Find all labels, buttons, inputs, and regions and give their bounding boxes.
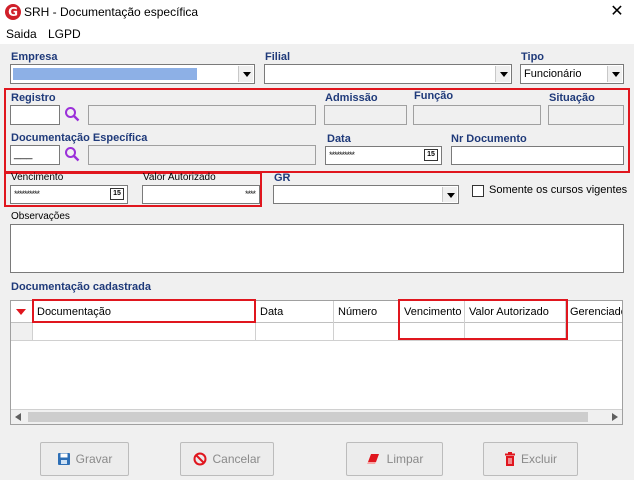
highlight-box-col-documentacao	[32, 299, 256, 323]
nr-documento-input[interactable]	[451, 146, 624, 165]
tipo-selected-value: Funcionário	[524, 68, 582, 80]
data-label: Data	[327, 133, 351, 145]
menu-item-lgpd[interactable]: LGPD	[48, 27, 81, 41]
empresa-label: Empresa	[11, 51, 58, 63]
funcao-field	[413, 105, 541, 125]
gr-label: GR	[274, 172, 291, 184]
scroll-left-icon[interactable]	[15, 413, 21, 421]
excluir-label: Excluir	[520, 452, 557, 466]
somente-cursos-label: Somente os cursos vigentes	[489, 184, 628, 196]
close-button[interactable]: ✕	[600, 0, 634, 26]
registro-input[interactable]	[10, 105, 60, 125]
col-numero[interactable]: Número	[334, 301, 400, 323]
chevron-down-icon[interactable]	[495, 66, 510, 82]
chevron-down-icon[interactable]	[238, 66, 253, 82]
col-gerenciado[interactable]: Gerenciado	[566, 301, 622, 323]
window-title: SRH - Documentação específica	[24, 5, 199, 19]
limpar-button[interactable]: Limpar	[346, 442, 443, 476]
observacoes-label: Observações	[11, 211, 70, 222]
valor-autorizado-label: Valor Autorizado	[143, 172, 216, 183]
empresa-select[interactable]	[10, 64, 255, 84]
cancel-icon	[193, 452, 207, 466]
chevron-down-icon[interactable]	[442, 187, 457, 202]
situacao-label: Situação	[549, 92, 595, 104]
eraser-icon	[366, 454, 379, 464]
admissao-label: Admissão	[325, 92, 378, 104]
trash-icon	[504, 452, 515, 466]
app-logo-icon: G	[5, 4, 21, 20]
filial-label: Filial	[265, 51, 291, 63]
tipo-label: Tipo	[521, 51, 545, 63]
excluir-button[interactable]: Excluir	[483, 442, 578, 476]
empresa-blurred-value	[13, 68, 197, 80]
registro-label: Registro	[11, 92, 56, 104]
scroll-thumb[interactable]	[28, 412, 588, 422]
admissao-field	[324, 105, 407, 125]
save-icon	[57, 453, 70, 465]
table-row[interactable]	[11, 323, 33, 341]
vencimento-input[interactable]: ********** 15	[10, 185, 128, 204]
vencimento-label: Vencimento	[11, 172, 64, 183]
valor-autorizado-value: ****	[244, 189, 256, 199]
gravar-button[interactable]: Gravar	[40, 442, 129, 476]
tipo-select[interactable]: Funcionário	[520, 64, 624, 84]
menu-item-saida[interactable]: Saida	[6, 27, 37, 41]
horizontal-scrollbar[interactable]	[11, 409, 622, 424]
chevron-down-icon[interactable]	[607, 66, 622, 82]
limpar-label: Limpar	[386, 452, 424, 466]
table-cell[interactable]	[566, 323, 622, 341]
situacao-field	[548, 105, 624, 125]
registro-name-field	[88, 105, 316, 125]
table-cell[interactable]	[33, 323, 256, 341]
grid-indicator-header[interactable]	[11, 301, 33, 323]
search-icon[interactable]	[64, 106, 80, 122]
menu-bar	[0, 26, 634, 44]
gravar-label: Gravar	[75, 452, 113, 466]
cancelar-label: Cancelar	[212, 452, 261, 466]
observacoes-textarea[interactable]	[10, 224, 624, 273]
calendar-icon[interactable]: 15	[424, 149, 438, 161]
doc-especifica-code-input[interactable]: ___	[10, 145, 60, 165]
gr-select[interactable]	[273, 185, 459, 204]
highlight-box-cols-vencimento-valor	[398, 299, 568, 340]
funcao-label: Função	[414, 90, 454, 102]
valor-autorizado-input[interactable]: ****	[142, 185, 260, 204]
doc-code-value: ___	[14, 148, 33, 160]
table-cell[interactable]	[334, 323, 400, 341]
filial-select[interactable]	[264, 64, 512, 84]
calendar-icon[interactable]: 15	[110, 188, 124, 200]
search-icon[interactable]	[64, 146, 80, 162]
doc-especifica-name-field	[88, 145, 316, 165]
col-data[interactable]: Data	[256, 301, 334, 323]
somente-cursos-checkbox[interactable]	[472, 185, 484, 197]
scroll-right-icon[interactable]	[612, 413, 618, 421]
table-cell[interactable]	[256, 323, 334, 341]
cancelar-button[interactable]: Cancelar	[180, 442, 274, 476]
doc-especifica-label: Documentação Específica	[11, 132, 148, 144]
grid-title: Documentação cadastrada	[11, 281, 151, 293]
nr-documento-label: Nr Documento	[451, 133, 527, 145]
vencimento-value: **********	[14, 189, 40, 199]
data-input[interactable]: ********** 15	[325, 146, 442, 165]
data-value: **********	[329, 150, 355, 160]
sort-down-icon	[16, 309, 26, 315]
